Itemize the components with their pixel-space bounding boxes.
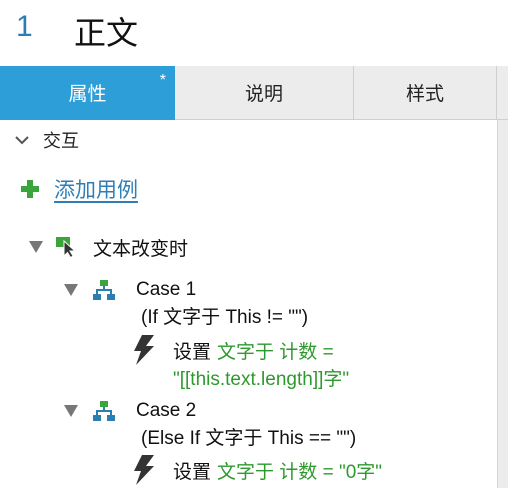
case-1-condition: (If 文字于 This != "") (141, 303, 309, 328)
expand-triangle-icon[interactable] (64, 284, 78, 296)
section-label: 交互 (43, 131, 79, 151)
tab-properties[interactable]: 属性 * (0, 66, 175, 120)
lightning-icon (134, 455, 154, 485)
add-case-button[interactable]: 添加用例 (20, 174, 138, 204)
case-1-condition-text: (If 文字于 This != "") (141, 306, 309, 328)
case-2-action-prefix: 设置 (173, 461, 212, 483)
tab-style[interactable]: 样式 (354, 66, 497, 120)
add-case-link[interactable]: 添加用例 (54, 174, 138, 204)
tab-notes[interactable]: 说明 (175, 66, 354, 120)
add-icon (21, 180, 39, 198)
case-2-row[interactable]: Case 2 (64, 398, 196, 424)
case-2-action-line1: 文字于 计数 = "0字" (217, 461, 383, 483)
scrollbar[interactable] (497, 120, 508, 488)
case-2-condition-text: (Else If 文字于 This == "") (141, 427, 357, 449)
case-2-name: Case 2 (136, 400, 197, 421)
lightning-icon (134, 335, 154, 365)
case-2-action[interactable]: 设置 文字于 计数 = "0字" (133, 455, 382, 485)
case-tree-icon (93, 280, 115, 300)
modified-marker: * (159, 72, 166, 89)
expand-triangle-icon[interactable] (29, 241, 43, 253)
inspector-tabs: 属性 * 说明 样式 (0, 66, 508, 120)
event-row[interactable]: 文本改变时 (29, 234, 188, 260)
case-1-action-line2: "[[this.text.length]]字" (173, 368, 350, 390)
case-1-action-line1: 文字于 计数 = (217, 341, 334, 363)
event-cursor-icon (56, 237, 77, 258)
case-1-action[interactable]: 设置 文字于 计数 = (133, 335, 334, 365)
case-tree-icon (93, 401, 115, 421)
page-title: 正文 (74, 15, 139, 51)
tab-style-label: 样式 (405, 84, 444, 105)
case-1-action-prefix: 设置 (173, 341, 212, 363)
tab-notes-label: 说明 (244, 84, 283, 105)
interactions-section-header[interactable]: 交互 (14, 126, 79, 154)
case-1-action-continued: "[[this.text.length]]字" (173, 365, 350, 390)
expand-triangle-icon[interactable] (64, 405, 78, 417)
chevron-down-icon (15, 136, 29, 145)
case-1-name: Case 1 (136, 279, 197, 300)
tab-properties-label: 属性 (68, 84, 107, 105)
case-1-row[interactable]: Case 1 (64, 277, 196, 303)
case-2-condition: (Else If 文字于 This == "") (141, 424, 357, 449)
page-header: 1 正文 (0, 0, 508, 66)
event-label: 文本改变时 (93, 238, 189, 260)
page-number: 1 (16, 10, 33, 43)
